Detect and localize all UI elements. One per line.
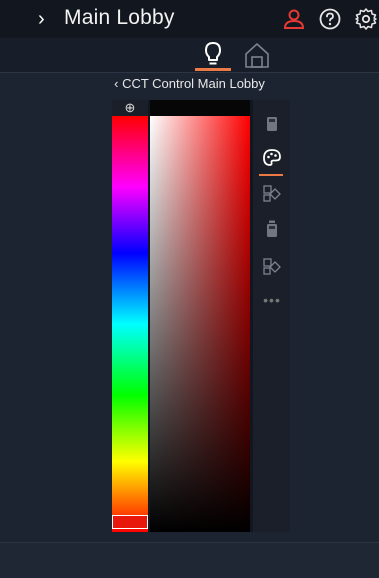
breadcrumb[interactable]: ‹ CCT Control Main Lobby — [0, 76, 379, 94]
hue-slider-handle[interactable] — [112, 515, 148, 529]
hue-slider[interactable] — [112, 116, 148, 532]
chevron-left-icon[interactable]: ‹ — [114, 76, 118, 91]
home-icon[interactable] — [242, 40, 272, 70]
scene-group-icon[interactable] — [262, 256, 282, 276]
chevron-right-icon[interactable]: › — [38, 8, 45, 31]
palette-icon[interactable] — [262, 148, 282, 168]
palette-active-indicator — [259, 174, 283, 176]
user-icon[interactable] — [282, 7, 306, 31]
device-group-icon[interactable] — [262, 219, 282, 239]
more-icon[interactable]: ••• — [262, 292, 282, 308]
help-icon[interactable] — [318, 7, 342, 31]
lightbulb-icon[interactable] — [198, 40, 228, 70]
zoom-in-icon[interactable]: ⊕ — [112, 100, 148, 116]
device-icon[interactable] — [262, 114, 282, 134]
tab-bar — [0, 38, 379, 73]
scene-icon[interactable] — [262, 183, 282, 203]
color-preview-strip — [150, 100, 250, 116]
top-bar: › Main Lobby — [0, 0, 379, 38]
bottom-bar — [0, 542, 379, 578]
breadcrumb-label: CCT Control Main Lobby — [122, 76, 265, 91]
page-title: Main Lobby — [64, 6, 175, 29]
saturation-brightness-area[interactable] — [150, 116, 250, 532]
tab-active-indicator — [195, 68, 231, 71]
gear-icon[interactable] — [354, 7, 378, 31]
